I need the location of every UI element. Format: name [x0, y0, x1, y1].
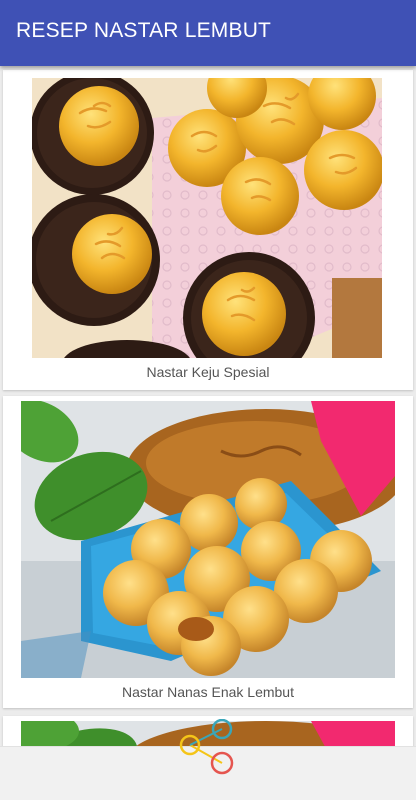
- app-bar: RESEP NASTAR LEMBUT: [0, 0, 416, 66]
- app-root: RESEP NASTAR LEMBUT Nastar Keju Spesial …: [0, 0, 416, 800]
- recipe-card[interactable]: Nastar Nanas Enak Lembut: [3, 396, 413, 708]
- loading-spinner-icon: [179, 719, 234, 775]
- recipe-card[interactable]: Nastar Keju Spesial: [3, 70, 413, 390]
- recipe-image[interactable]: [21, 401, 395, 678]
- cheese-nastar-photo-icon: [32, 78, 382, 358]
- recipe-title: Nastar Nanas Enak Lembut: [122, 684, 294, 700]
- pineapple-nastar-photo-icon: [21, 401, 395, 678]
- recipe-title: Nastar Keju Spesial: [146, 364, 270, 380]
- bottom-bar: [0, 719, 416, 800]
- app-title: RESEP NASTAR LEMBUT: [16, 19, 272, 42]
- recipe-image[interactable]: [32, 78, 382, 358]
- recipe-list[interactable]: Nastar Keju Spesial Nastar Nanas Enak Le…: [0, 66, 416, 746]
